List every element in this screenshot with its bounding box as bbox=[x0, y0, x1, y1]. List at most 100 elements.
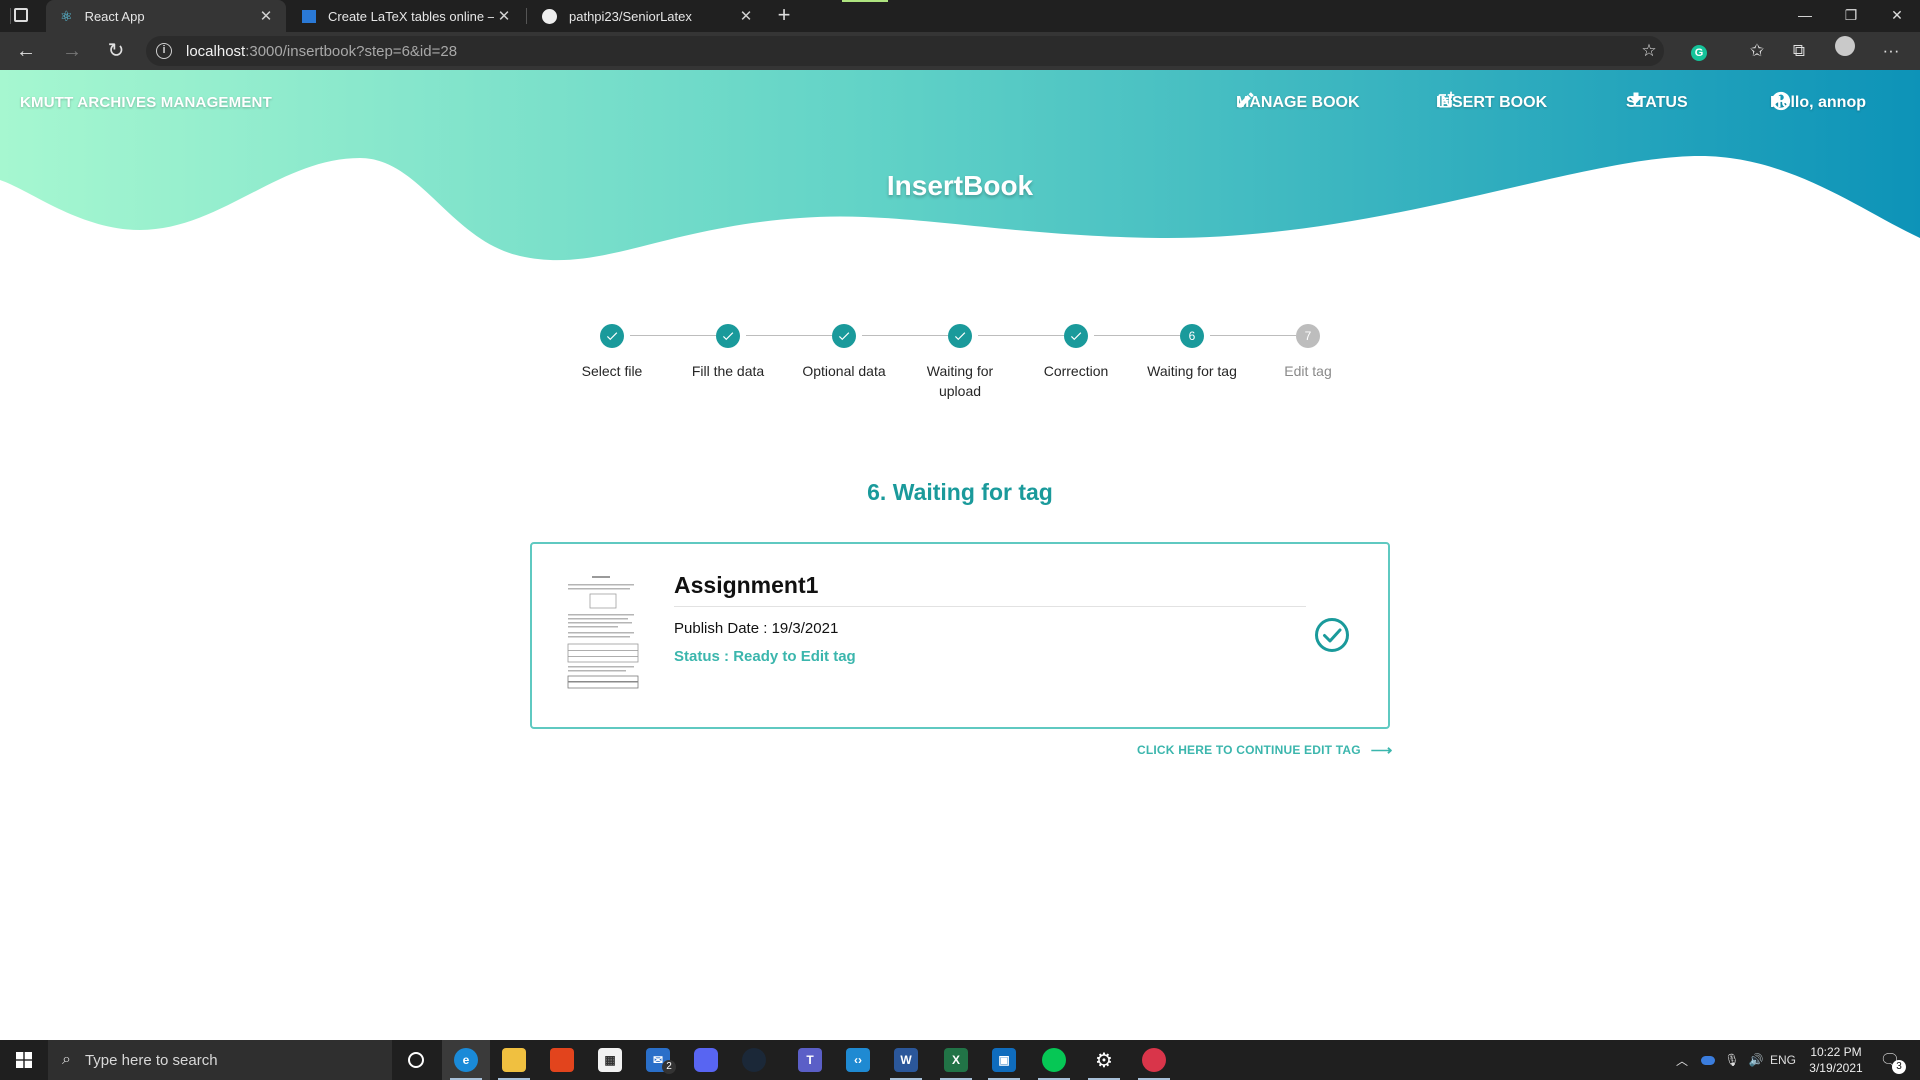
url-input[interactable]: i localhost:3000/insertbook?step=6&id=28 bbox=[146, 36, 1664, 66]
restore-icon[interactable]: ❐ bbox=[1828, 0, 1874, 32]
tab-actions-icon[interactable] bbox=[10, 8, 11, 24]
step-edit-tag: 7 Edit tag bbox=[1250, 324, 1366, 381]
publish-date: Publish Date : 19/3/2021 bbox=[674, 620, 838, 637]
discord-icon[interactable] bbox=[682, 1040, 730, 1080]
new-tab-button[interactable]: + bbox=[772, 0, 796, 32]
excel-icon[interactable]: X bbox=[932, 1040, 980, 1080]
show-hidden-icons[interactable]: ︿ bbox=[1668, 1040, 1696, 1080]
tab-title: React App bbox=[84, 8, 145, 24]
step-number: 7 bbox=[1296, 324, 1320, 348]
windows-logo-icon bbox=[16, 1052, 32, 1068]
step-label: Waiting for tag bbox=[1147, 363, 1237, 379]
search-placeholder: Type here to search bbox=[84, 1051, 218, 1069]
search-icon: ⌕ bbox=[62, 1051, 71, 1068]
browser-address-bar: ← → ↻ i localhost:3000/insertbook?step=6… bbox=[0, 32, 1920, 70]
window-drag-indicator bbox=[842, 0, 888, 2]
tab-title: pathpi23/SeniorLatex bbox=[569, 8, 692, 24]
browser-tab-bar: ⚛ React App ✕ Create LaTeX tables online… bbox=[0, 0, 1920, 32]
notification-count: 3 bbox=[1892, 1060, 1906, 1074]
account-circle-icon bbox=[1771, 91, 1791, 111]
volume-icon[interactable]: 🔊 bbox=[1744, 1040, 1768, 1080]
teams-icon[interactable]: T bbox=[786, 1040, 834, 1080]
site-info-icon[interactable]: i bbox=[156, 43, 172, 59]
minimize-icon[interactable]: — bbox=[1782, 0, 1828, 32]
tab-actions-icon[interactable] bbox=[14, 8, 28, 22]
mail-icon[interactable]: ✉ 2 bbox=[634, 1040, 682, 1080]
vscode-icon[interactable]: ‹› bbox=[834, 1040, 882, 1080]
publish-date-label: Publish Date : bbox=[674, 620, 772, 637]
book-title: Assignment1 bbox=[674, 572, 819, 598]
brand-title[interactable]: KMUTT ARCHIVES MANAGEMENT bbox=[20, 94, 272, 111]
status-value: Ready to Edit tag bbox=[733, 648, 856, 665]
taskbar-search-input[interactable]: ⌕ Type here to search bbox=[48, 1040, 392, 1080]
microphone-icon[interactable]: 🎙 bbox=[1720, 1040, 1744, 1080]
react-icon: ⚛ bbox=[60, 7, 73, 24]
step-waiting-upload: Waiting for upload bbox=[920, 324, 1000, 401]
collections-icon[interactable]: ⧉ bbox=[1784, 36, 1814, 66]
close-icon[interactable]: ✕ bbox=[736, 7, 756, 25]
step-label: Waiting for upload bbox=[926, 363, 994, 399]
download-icon bbox=[1630, 92, 1642, 107]
store-icon[interactable]: ▦ bbox=[586, 1040, 634, 1080]
publish-date-value: 19/3/2021 bbox=[771, 620, 839, 637]
start-button[interactable] bbox=[0, 1040, 48, 1080]
tables-generator-icon bbox=[302, 9, 316, 23]
settings-icon[interactable]: ⚙ bbox=[1080, 1040, 1128, 1080]
grammarly-extension-icon[interactable]: G bbox=[1684, 36, 1714, 66]
action-center-icon[interactable]: 🗨 3 bbox=[1872, 1040, 1908, 1080]
url-path: :3000/insertbook?step=6&id=28 bbox=[245, 42, 458, 60]
check-icon bbox=[948, 324, 972, 348]
clock-time: 10:22 PM bbox=[1810, 1045, 1862, 1059]
step-label: Select file bbox=[581, 363, 643, 379]
add-favorite-icon[interactable]: ☆ bbox=[1634, 36, 1664, 66]
onedrive-icon[interactable] bbox=[1696, 1040, 1720, 1080]
window-close-icon[interactable]: ✕ bbox=[1874, 0, 1920, 32]
tab-title: Create LaTeX tables online – Tabl bbox=[328, 8, 494, 24]
step-waiting-tag: 6 Waiting for tag bbox=[1134, 324, 1250, 381]
refresh-icon[interactable]: ↻ bbox=[100, 36, 132, 66]
step-correction: Correction bbox=[1018, 324, 1134, 381]
snipping-tool-icon[interactable] bbox=[1130, 1040, 1178, 1080]
favorites-icon[interactable]: ✩ bbox=[1742, 36, 1772, 66]
steam-icon[interactable] bbox=[730, 1040, 778, 1080]
check-circle-icon bbox=[1315, 618, 1349, 652]
edge-icon[interactable]: e bbox=[442, 1040, 490, 1080]
tab-latex-tables[interactable]: Create LaTeX tables online – Tabl ✕ bbox=[288, 0, 524, 32]
close-icon[interactable]: ✕ bbox=[256, 7, 276, 25]
outlook-icon[interactable]: ▣ bbox=[980, 1040, 1028, 1080]
language-indicator[interactable]: ENG bbox=[1768, 1040, 1798, 1080]
nav-manage-book[interactable]: MANAGE BOOK bbox=[1236, 90, 1360, 116]
continue-edit-tag-link[interactable]: CLICK HERE TO CONTINUE EDIT TAG ⟶ bbox=[1137, 741, 1392, 759]
step-label: Fill the data bbox=[691, 363, 765, 379]
clock-date: 3/19/2021 bbox=[1809, 1061, 1863, 1075]
profile-icon[interactable] bbox=[1830, 36, 1860, 66]
windows-taskbar: ⌕ Type here to search e ▦ ✉ 2 T ‹› W X ▣… bbox=[0, 1040, 1920, 1080]
back-icon[interactable]: ← bbox=[10, 36, 42, 66]
nav-insert-book[interactable]: INSERT BOOK bbox=[1436, 90, 1547, 116]
check-icon bbox=[1064, 324, 1088, 348]
cortana-icon[interactable] bbox=[392, 1040, 440, 1080]
nav-status[interactable]: STATUS bbox=[1626, 90, 1688, 116]
word-icon[interactable]: W bbox=[882, 1040, 930, 1080]
clock[interactable]: 10:22 PM 3/19/2021 bbox=[1796, 1044, 1876, 1076]
nav-user-menu[interactable]: Hello, annop bbox=[1770, 90, 1866, 116]
line-icon[interactable] bbox=[1030, 1040, 1078, 1080]
step-label: Correction bbox=[1043, 363, 1109, 379]
check-icon bbox=[832, 324, 856, 348]
continue-edit-tag-label: CLICK HERE TO CONTINUE EDIT TAG bbox=[1137, 743, 1361, 757]
step-label: Optional data bbox=[802, 363, 886, 379]
tab-github-repo[interactable]: pathpi23/SeniorLatex ✕ bbox=[528, 0, 766, 32]
section-title: 6. Waiting for tag bbox=[867, 479, 1053, 505]
check-icon bbox=[716, 324, 740, 348]
forward-icon[interactable]: → bbox=[56, 36, 88, 66]
status-label: Status : bbox=[674, 648, 734, 665]
file-explorer-icon[interactable] bbox=[490, 1040, 538, 1080]
close-icon[interactable]: ✕ bbox=[494, 7, 514, 25]
office-icon[interactable] bbox=[538, 1040, 586, 1080]
tab-separator bbox=[526, 8, 527, 24]
more-icon[interactable]: ··· bbox=[1876, 36, 1906, 66]
tab-react-app[interactable]: ⚛ React App ✕ bbox=[46, 0, 286, 32]
divider bbox=[674, 606, 1306, 607]
step-optional-data: Optional data bbox=[786, 324, 902, 381]
step-fill-data: Fill the data bbox=[670, 324, 786, 381]
